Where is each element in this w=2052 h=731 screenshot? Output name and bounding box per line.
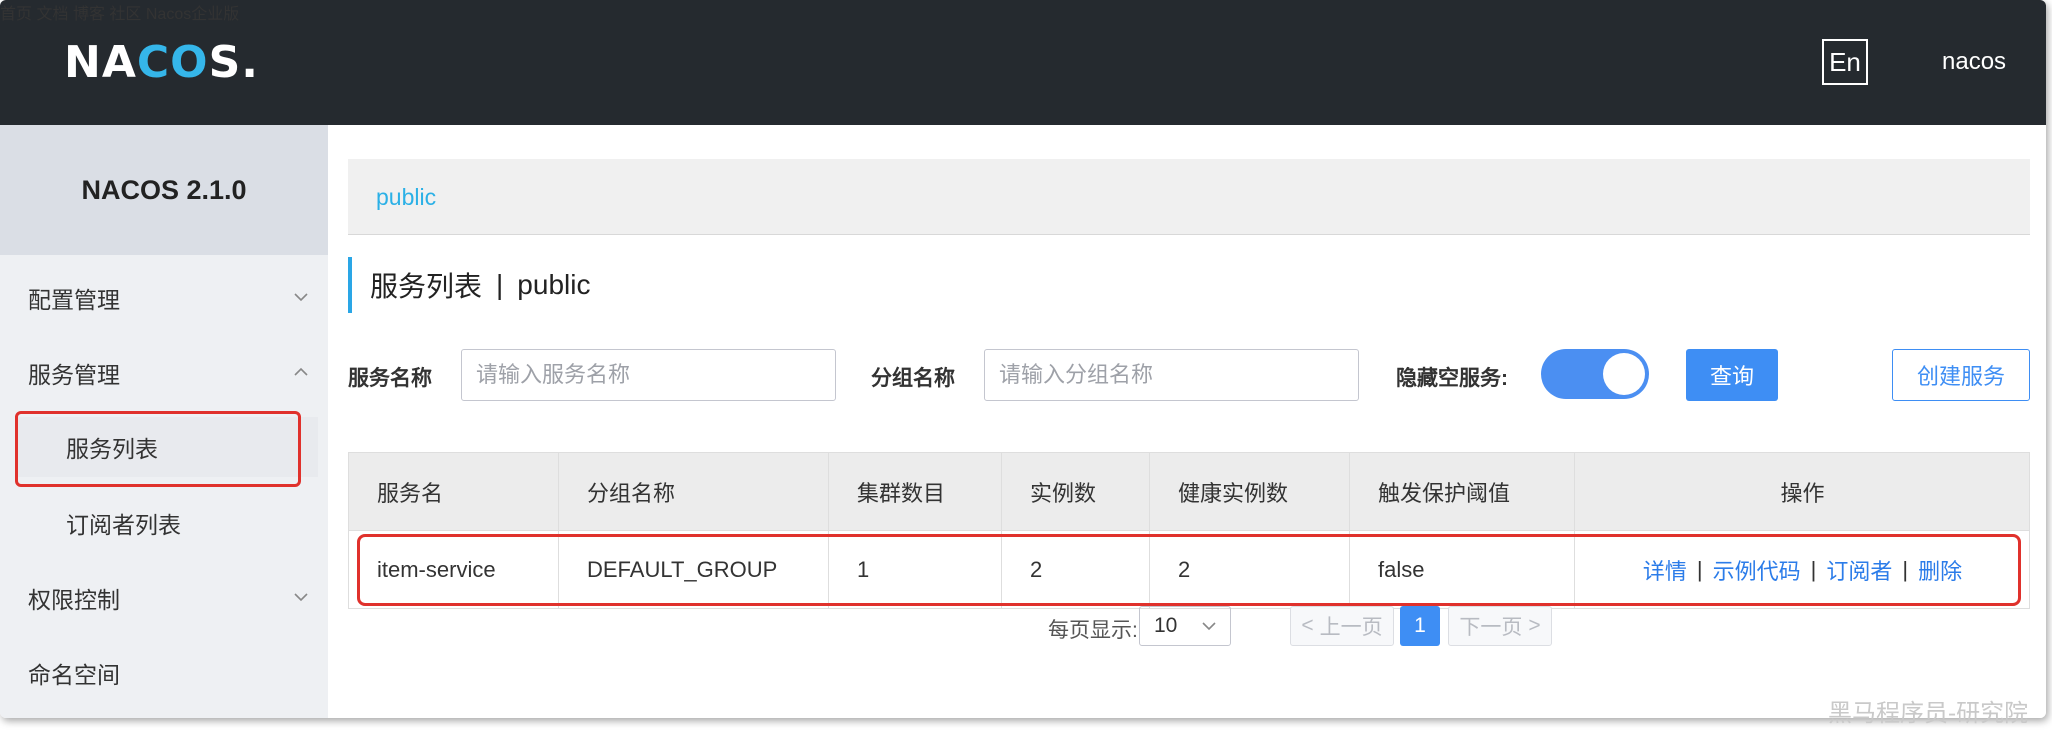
- create-service-button[interactable]: 创建服务: [1892, 349, 2030, 401]
- chevron-up-icon: [294, 367, 308, 376]
- nav-home[interactable]: 首页: [0, 6, 32, 23]
- sidebar-item-service-management[interactable]: 服务管理: [0, 343, 328, 403]
- nav-blog[interactable]: 博客: [73, 6, 105, 23]
- table-header: 服务名 分组名称 集群数目 实例数 健康实例数 触发保护阈值 操作: [348, 452, 2030, 531]
- chevron-down-icon: [294, 593, 308, 602]
- sidebar-item-label: 命名空间: [28, 662, 120, 688]
- page-size-label: 每页显示:: [1048, 619, 1138, 642]
- hide-empty-label: 隐藏空服务:: [1396, 367, 1508, 390]
- column-header: 实例数: [1002, 453, 1150, 530]
- page-size-select[interactable]: 10: [1139, 606, 1231, 646]
- column-header: 触发保护阈值: [1350, 453, 1575, 530]
- logo-text-post: S.: [208, 36, 259, 88]
- page-title: 服务列表 | public: [348, 257, 590, 313]
- sidebar-item-label: 服务管理: [28, 362, 120, 388]
- app-window: NA CO S. 首页 文档 博客 社区 Nacos企业版 En nacos NAC…: [0, 0, 2046, 718]
- query-button[interactable]: 查询: [1686, 349, 1778, 401]
- highlight-box-row: [357, 534, 2021, 606]
- top-navbar: NA CO S. 首页 文档 博客 社区 Nacos企业版 En nacos: [0, 0, 2046, 125]
- group-name-input[interactable]: [984, 349, 1359, 401]
- namespace-link-public[interactable]: public: [376, 184, 436, 211]
- page-title-separator: |: [496, 269, 504, 300]
- highlight-box-sidebar: [15, 411, 301, 487]
- next-page-button[interactable]: 下一页 >: [1448, 606, 1552, 646]
- next-page-label: 下一页: [1459, 616, 1523, 639]
- group-name-label: 分组名称: [871, 367, 955, 390]
- logo-text-pre: NA: [64, 36, 137, 88]
- chevron-left-icon: <: [1301, 614, 1314, 637]
- sidebar-item-subscriber-list[interactable]: 订阅者列表: [0, 493, 328, 553]
- page-size-value: 10: [1154, 614, 1178, 637]
- column-header: 健康实例数: [1150, 453, 1350, 530]
- column-header: 操作: [1780, 480, 1825, 506]
- prev-page-label: 上一页: [1319, 616, 1383, 639]
- hide-empty-toggle[interactable]: [1541, 349, 1649, 399]
- nav-enterprise[interactable]: Nacos企业版: [146, 6, 239, 23]
- language-switch-button[interactable]: En: [1822, 39, 1868, 85]
- sidebar-item-label: 权限控制: [28, 587, 120, 613]
- column-header: 服务名: [349, 453, 559, 530]
- sidebar-item-label: 订阅者列表: [66, 512, 181, 538]
- sidebar-item-config[interactable]: 配置管理: [0, 268, 328, 328]
- prev-page-button[interactable]: < 上一页: [1290, 606, 1394, 646]
- column-header: 分组名称: [559, 453, 829, 530]
- chevron-down-icon: [1202, 622, 1216, 631]
- chevron-right-icon: >: [1528, 614, 1541, 637]
- nav-community[interactable]: 社区: [109, 6, 141, 23]
- sidebar: NACOS 2.1.0 配置管理 服务管理 服务列表 订阅者列表 权限控制 命名…: [0, 125, 328, 718]
- logo-text-mid: CO: [136, 36, 209, 88]
- page-number-current[interactable]: 1: [1400, 606, 1440, 646]
- chevron-down-icon: [294, 293, 308, 302]
- sidebar-item-label: 配置管理: [28, 287, 120, 313]
- version-title: NACOS 2.1.0: [0, 125, 328, 255]
- nacos-logo[interactable]: NA CO S.: [64, 36, 259, 88]
- nav-docs[interactable]: 文档: [36, 6, 68, 23]
- user-menu[interactable]: nacos: [1942, 48, 2006, 76]
- service-name-input[interactable]: [461, 349, 836, 401]
- page-title-namespace: public: [517, 269, 591, 300]
- service-name-label: 服务名称: [348, 367, 432, 390]
- main-content: public 服务列表 | public 服务名称 分组名称 隐藏空服务: 查询…: [328, 125, 2046, 718]
- page-title-text: 服务列表: [370, 271, 483, 302]
- namespace-bar: public: [348, 159, 2030, 235]
- watermark: 黑马程序员-研究院: [1828, 699, 2029, 727]
- toggle-knob: [1603, 353, 1645, 395]
- column-header: 集群数目: [829, 453, 1002, 530]
- sidebar-item-access-control[interactable]: 权限控制: [0, 568, 328, 628]
- sidebar-item-namespace[interactable]: 命名空间: [0, 643, 328, 703]
